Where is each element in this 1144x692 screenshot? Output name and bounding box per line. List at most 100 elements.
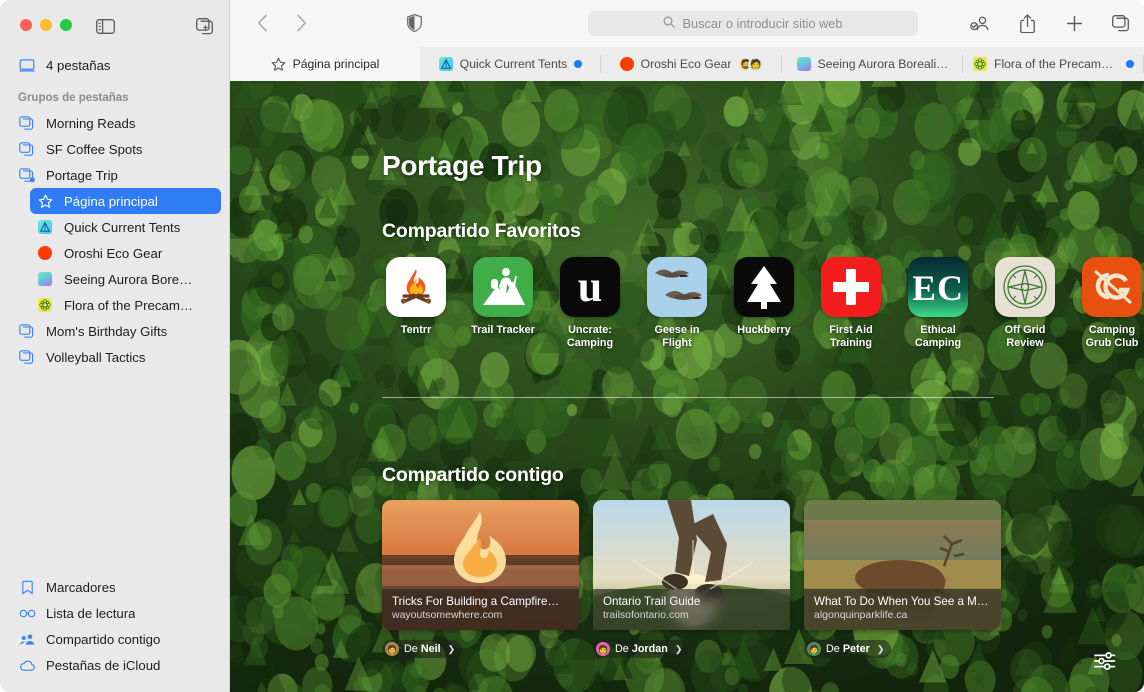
sidebar-item-tab-2[interactable]: Oroshi Eco Gear bbox=[30, 240, 221, 266]
sidebar-item-all-tabs[interactable]: 4 pestañas bbox=[8, 52, 221, 78]
sliders-icon[interactable] bbox=[1090, 648, 1120, 674]
tab-1[interactable]: Quick Current Tents bbox=[420, 47, 601, 81]
new-tab-plus-icon[interactable] bbox=[1063, 11, 1085, 35]
sidebar-bottom-section: Marcadores Lista de lectura Compartido con… bbox=[0, 574, 229, 678]
sidebar-item-glasses[interactable]: Lista de lectura bbox=[8, 600, 221, 626]
shared-with-you-cards: Tricks For Building a Campfire—F… wayouts… bbox=[382, 500, 1001, 658]
shared-by-label: De Jordan bbox=[615, 643, 668, 655]
site-favicon-aurora bbox=[796, 57, 811, 71]
chevron-right-icon: ❯ bbox=[876, 643, 885, 654]
geese-icon bbox=[647, 257, 707, 317]
favorite-item-2[interactable]: u Uncrate: Camping bbox=[556, 257, 624, 349]
display-icon bbox=[18, 58, 36, 72]
favorite-label: Trail Tracker bbox=[471, 324, 535, 336]
forward-button[interactable] bbox=[287, 9, 315, 37]
site-favicon-tents bbox=[438, 57, 453, 71]
sidebar-item-label: Flora of the Precam… bbox=[64, 297, 193, 313]
sidebar-item-label: Morning Reads bbox=[46, 115, 136, 131]
card-meta: What To Do When You See a Moo… algonquinp… bbox=[804, 589, 1001, 630]
favorite-label: Ethical Camping bbox=[914, 324, 962, 349]
sidebar-item-group-0[interactable]: Morning Reads bbox=[8, 110, 221, 136]
share-icon[interactable] bbox=[1016, 11, 1038, 35]
sidebar-item-group-1[interactable]: SF Coffee Spots bbox=[8, 136, 221, 162]
sidebar-item-group-2[interactable]: Portage Trip bbox=[8, 162, 221, 188]
avatar: 🧑 bbox=[748, 56, 764, 72]
shared-card-1[interactable]: Ontario Trail Guide trailsofontario.com 🧑 D… bbox=[593, 500, 790, 658]
favorite-label: Uncrate: Camping bbox=[566, 324, 614, 349]
sidebar-item-label: Seeing Aurora Bore… bbox=[64, 271, 193, 287]
shared-card-0[interactable]: Tricks For Building a Campfire—F… wayouts… bbox=[382, 500, 579, 658]
toolbar-right-buttons bbox=[969, 11, 1132, 35]
sidebar-item-tab-4[interactable]: Flora of the Precam… bbox=[30, 292, 221, 318]
card-shared-by[interactable]: 🧑 De Neil ❯ bbox=[382, 640, 463, 658]
tab-group-icon bbox=[18, 349, 36, 365]
minimize-button[interactable] bbox=[40, 19, 52, 31]
sidebar-item-group-after-1[interactable]: Volleyball Tactics bbox=[8, 344, 221, 370]
sidebar-item-label: Oroshi Eco Gear bbox=[64, 245, 163, 261]
tab-label: Quick Current Tents bbox=[459, 57, 568, 71]
favorite-item-4[interactable]: Huckberry bbox=[730, 257, 798, 349]
favorite-item-7[interactable]: Off Grid Review bbox=[991, 257, 1059, 349]
zoom-button[interactable] bbox=[60, 19, 72, 31]
page-title: Portage Trip bbox=[382, 150, 542, 181]
favorite-item-5[interactable]: First Aid Training bbox=[817, 257, 885, 349]
start-page: Portage Trip Compartido Favoritos Tentrr… bbox=[230, 81, 1144, 692]
tab-groups-list: Morning Reads SF Coffee Spots Portage Trip… bbox=[0, 110, 229, 370]
star-icon bbox=[36, 194, 54, 209]
card-site: wayoutsomewhere.com bbox=[392, 609, 503, 621]
tab-4[interactable]: Flora of the Precambi… bbox=[963, 47, 1144, 81]
tab-2[interactable]: Oroshi Eco Gear 🧔 🧑 bbox=[601, 47, 782, 81]
tab-0[interactable]: Página principal bbox=[230, 47, 420, 81]
close-button[interactable] bbox=[20, 19, 32, 31]
tab-bar: Página principal Quick Current Tents Orosh… bbox=[230, 47, 1144, 81]
avatar: 🧑 bbox=[596, 642, 610, 656]
tab-group-icon bbox=[18, 323, 36, 339]
sidebar-toggle-icon[interactable] bbox=[92, 16, 118, 36]
address-search-field[interactable]: Buscar o introducir sitio web bbox=[588, 11, 918, 36]
moose-photo: What To Do When You See a Moo… algonquinp… bbox=[804, 500, 1001, 630]
favorite-item-8[interactable]: Camping Grub Club bbox=[1078, 257, 1144, 349]
campfire-photo: Tricks For Building a Campfire—F… wayouts… bbox=[382, 500, 579, 630]
sidebar-item-label: Página principal bbox=[64, 193, 158, 209]
shared-card-2[interactable]: What To Do When You See a Moo… algonquinp… bbox=[804, 500, 1001, 658]
sidebar-item-label: Compartido contigo bbox=[46, 631, 161, 647]
favorite-label: Geese in Flight bbox=[654, 324, 700, 349]
tab-overview-icon[interactable] bbox=[1110, 11, 1132, 35]
red-cross-icon bbox=[821, 257, 881, 317]
tab-3[interactable]: Seeing Aurora Boreali… bbox=[782, 47, 963, 81]
new-tab-group-icon[interactable] bbox=[193, 16, 217, 36]
glasses-icon bbox=[18, 606, 36, 621]
sidebar-item-label: Quick Current Tents bbox=[64, 219, 181, 235]
sidebar-item-tab-1[interactable]: Quick Current Tents bbox=[30, 214, 221, 240]
sidebar-item-label: SF Coffee Spots bbox=[46, 141, 143, 157]
sidebar-item-shared-with-you[interactable]: Compartido contigo bbox=[8, 626, 221, 652]
favorite-item-1[interactable]: Trail Tracker bbox=[469, 257, 537, 349]
tab-group-icon bbox=[18, 141, 36, 157]
sidebar-item-label: Marcadores bbox=[46, 579, 116, 595]
tab-groups-header: Grupos de pestañas bbox=[18, 92, 129, 104]
section-divider bbox=[382, 397, 994, 398]
privacy-shield-icon[interactable] bbox=[402, 11, 426, 35]
sidebar-item-bookmark[interactable]: Marcadores bbox=[8, 574, 221, 600]
sidebar-item-tab-3[interactable]: Seeing Aurora Bore… bbox=[30, 266, 221, 292]
back-button[interactable] bbox=[248, 9, 276, 37]
favorite-item-3[interactable]: Geese in Flight bbox=[643, 257, 711, 349]
sidebar-item-group-after-0[interactable]: Mom's Birthday Gifts bbox=[8, 318, 221, 344]
favorite-item-0[interactable]: Tentrr bbox=[382, 257, 450, 349]
sidebar: 4 pestañas Grupos de pestañas Morning Re… bbox=[0, 0, 230, 692]
favorite-label: First Aid Training bbox=[829, 324, 873, 349]
shared-section-title: Compartido contigo bbox=[382, 464, 564, 486]
letters-cg-icon bbox=[1082, 257, 1142, 317]
unread-dot-icon bbox=[574, 60, 583, 68]
card-shared-by[interactable]: 🧑 De Jordan ❯ bbox=[593, 640, 690, 658]
sidebar-item-icloud[interactable]: Pestañas de iCloud bbox=[8, 652, 221, 678]
card-site: trailsofontario.com bbox=[603, 609, 689, 621]
site-favicon-tents bbox=[36, 220, 54, 234]
sidebar-item-tab-0[interactable]: Página principal bbox=[30, 188, 221, 214]
favorite-item-6[interactable]: EC Ethical Camping bbox=[904, 257, 972, 349]
pine-tree-icon bbox=[734, 257, 794, 317]
share-participants-icon[interactable] bbox=[969, 11, 991, 35]
tab-label: Seeing Aurora Boreali… bbox=[817, 57, 949, 71]
bookmark-icon bbox=[18, 580, 36, 595]
card-shared-by[interactable]: 🧑 De Peter ❯ bbox=[804, 640, 892, 658]
